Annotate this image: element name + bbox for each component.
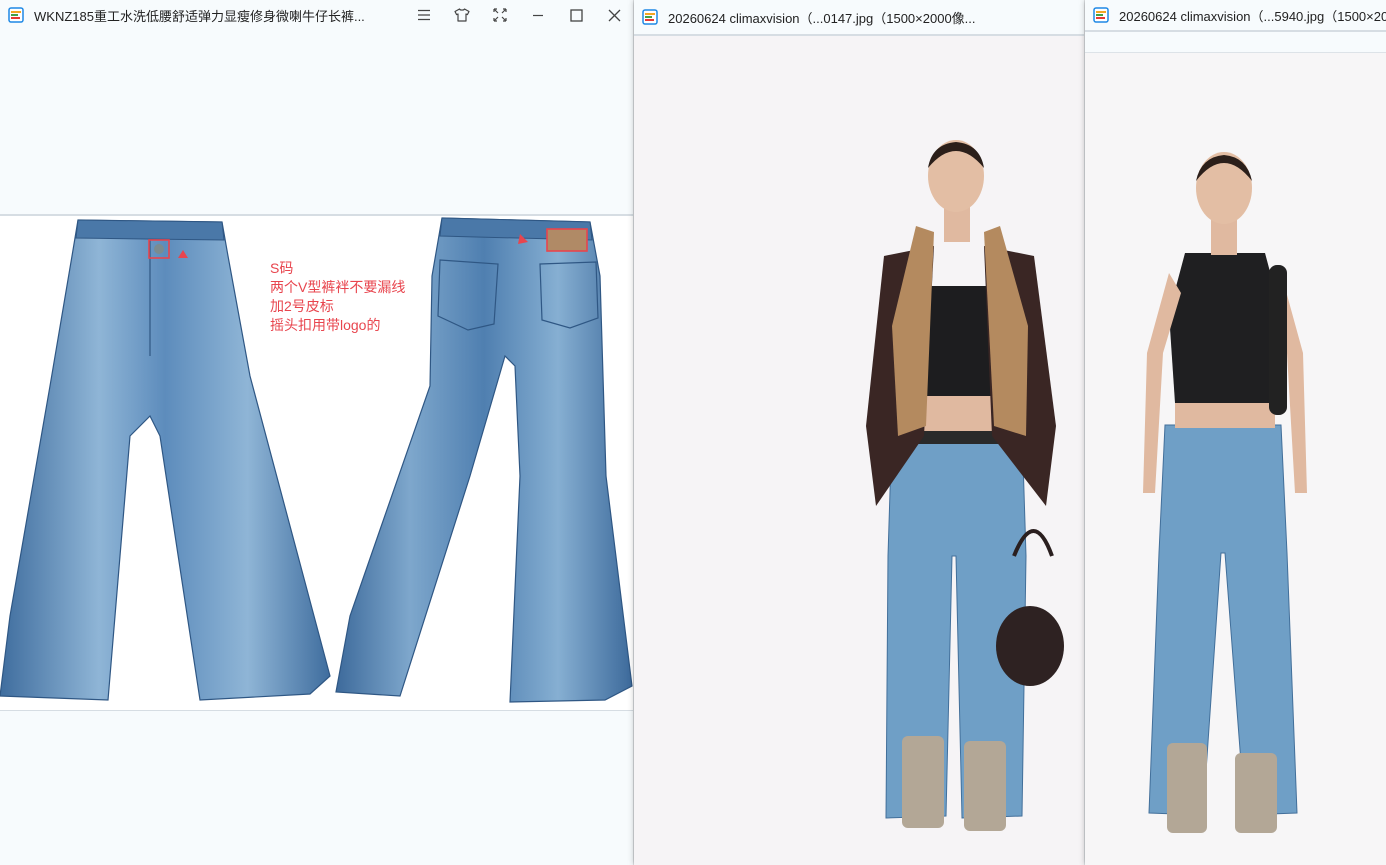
title-bar[interactable]: 20260624 climaxvision（...5940.jpg（1500×2…: [1085, 0, 1386, 32]
app-icon: [642, 9, 658, 25]
photo-window-2: 20260624 climaxvision（...5940.jpg（1500×2…: [1085, 0, 1386, 865]
photo-window-1: 20260624 climaxvision（...0147.jpg（1500×2…: [634, 0, 1084, 865]
tshirt-icon: [454, 8, 470, 22]
close-icon: [608, 9, 620, 21]
title-bar[interactable]: WKNZ185重工水洗低腰舒适弹力显瘦修身微喇牛仔长裤...: [0, 0, 633, 30]
menu-icon: [418, 9, 430, 21]
title-bar[interactable]: 20260624 climaxvision（...0147.jpg（1500×2…: [634, 0, 1084, 36]
tshirt-button[interactable]: [443, 0, 481, 30]
product-image-window: WKNZ185重工水洗低腰舒适弹力显瘦修身微喇牛仔长裤... S码 两个V型裤袢…: [0, 0, 633, 865]
close-button[interactable]: [595, 0, 633, 30]
model-figure: [866, 140, 1064, 831]
app-icon: [1093, 7, 1109, 23]
app-icon: [8, 7, 24, 23]
annotation-line: S码: [270, 260, 294, 276]
fit-icon: [493, 8, 507, 22]
annotation-line: 加2号皮标: [270, 298, 334, 314]
annotation-line: 两个V型裤袢不要漏线: [270, 279, 406, 295]
model-figure: [1143, 152, 1307, 833]
minimize-button[interactable]: [519, 0, 557, 30]
window-title: 20260624 climaxvision（...5940.jpg（1500×2…: [1119, 8, 1386, 24]
menu-button[interactable]: [405, 0, 443, 30]
annotation-line: 摇头扣用带logo的: [270, 317, 381, 333]
minimize-icon: [533, 14, 543, 17]
window-title: WKNZ185重工水洗低腰舒适弹力显瘦修身微喇牛仔长裤...: [34, 8, 365, 24]
annotation-text: S码 两个V型裤袢不要漏线 加2号皮标 摇头扣用带logo的: [270, 259, 405, 335]
fit-screen-button[interactable]: [481, 0, 519, 30]
product-image: S码 两个V型裤袢不要漏线 加2号皮标 摇头扣用带logo的: [0, 214, 633, 711]
maximize-icon: [569, 8, 583, 22]
model-photo: [634, 36, 1084, 865]
window-title: 20260624 climaxvision（...0147.jpg（1500×2…: [668, 10, 976, 26]
model-photo: [1085, 52, 1386, 865]
maximize-button[interactable]: [557, 0, 595, 30]
